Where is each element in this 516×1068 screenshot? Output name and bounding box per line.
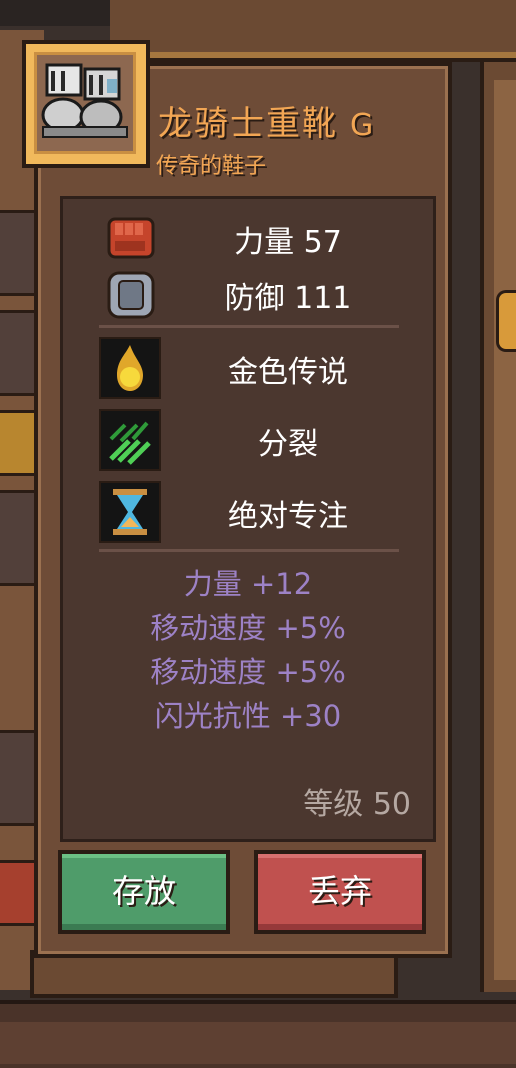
split-arrows-icon <box>99 409 161 471</box>
item-detail-panel: 龙骑士重靴 G 传奇的鞋子 力量 57 防御 111 金色传说 分裂 绝对专注 … <box>22 40 452 958</box>
stat-strength-label: 力量 57 <box>234 225 342 260</box>
stat-row-defense: 防御 111 <box>63 263 433 325</box>
fist-icon <box>107 217 155 259</box>
item-title: 龙骑士重靴 G <box>158 96 458 145</box>
trait-label: 金色传说 <box>228 355 348 390</box>
item-icon-frame <box>22 40 150 168</box>
item-name: 龙骑士重靴 <box>158 104 338 144</box>
stat-defense-label: 防御 111 <box>224 281 352 316</box>
trait-row: 绝对专注 <box>63 479 433 543</box>
shield-icon <box>107 271 155 319</box>
item-stats-box: 力量 57 防御 111 金色传说 分裂 绝对专注 力量 +12 移动速度 +5… <box>60 196 436 842</box>
trait-row: 分裂 <box>63 407 433 471</box>
right-panel-tab[interactable] <box>496 290 516 352</box>
store-button[interactable]: 存放 <box>58 850 230 934</box>
trait-label: 分裂 <box>258 427 318 462</box>
bonus-line: 闪光抗性 +30 <box>154 699 342 733</box>
drop-button[interactable]: 丢弃 <box>254 850 426 934</box>
bonus-line: 力量 +12 <box>183 567 313 601</box>
background-bottom-inner <box>0 1022 516 1064</box>
hourglass-icon <box>99 481 161 543</box>
item-icon-slot <box>34 52 136 154</box>
background-top-trim <box>110 52 516 58</box>
item-grade: G <box>350 108 376 143</box>
bonus-line: 移动速度 +5% <box>150 611 346 645</box>
item-level: 等级 50 <box>303 787 411 822</box>
divider <box>99 549 399 552</box>
trait-label: 绝对专注 <box>228 499 348 534</box>
stat-row-strength: 力量 57 <box>63 207 433 269</box>
bonus-line: 移动速度 +5% <box>150 655 346 689</box>
iron-boots-icon <box>41 63 128 138</box>
item-subtitle: 传奇的鞋子 <box>156 154 267 179</box>
background-right-panel-inner <box>494 80 516 980</box>
divider <box>99 325 399 328</box>
trait-row: 金色传说 <box>63 335 433 399</box>
golden-flame-icon <box>99 337 161 399</box>
